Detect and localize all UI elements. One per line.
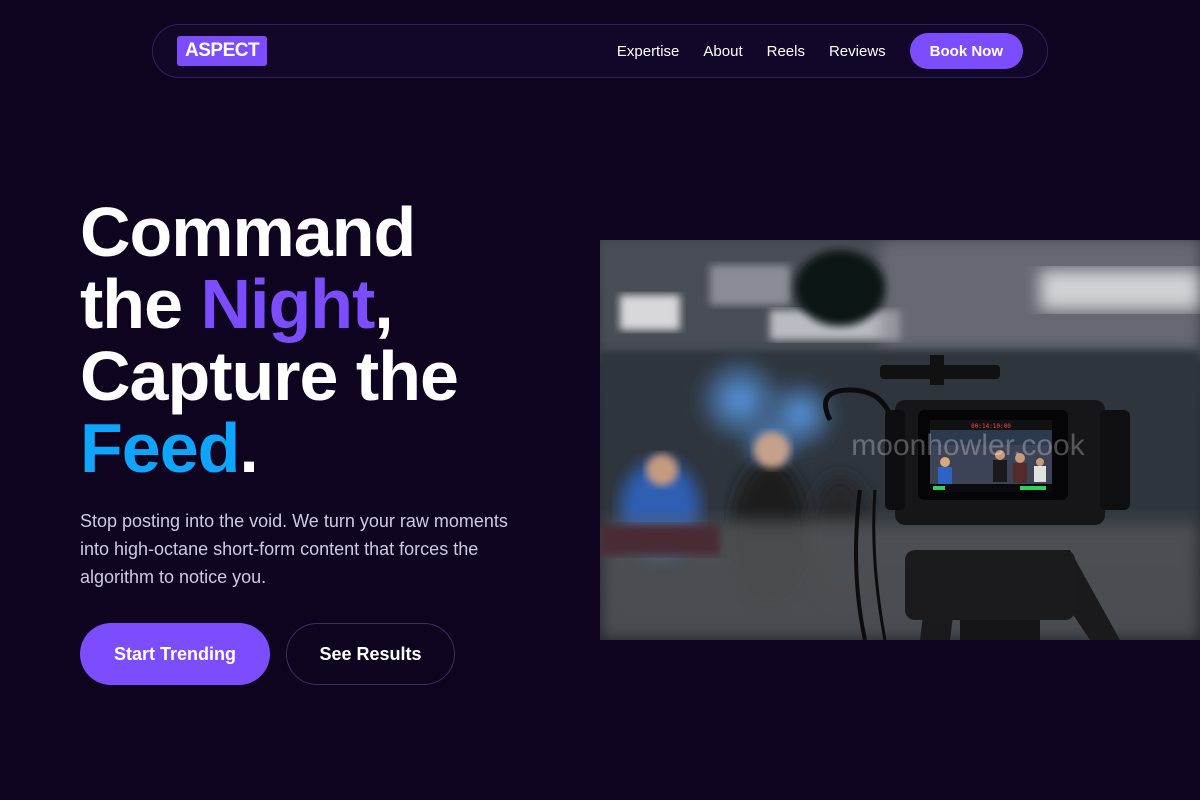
headline-line-4: Feed.: [80, 412, 458, 484]
nav-links: Expertise About Reels Reviews Book Now: [617, 33, 1023, 69]
camera-lens-side: [1100, 410, 1130, 510]
camera-handle-post: [930, 355, 944, 385]
monitor-person-body: [938, 467, 952, 485]
landing-page: ASPECT Expertise About Reels Reviews Boo…: [0, 0, 1200, 800]
ceiling-light: [620, 295, 680, 330]
monitor-person-body: [1034, 466, 1046, 482]
nav-link-expertise[interactable]: Expertise: [617, 43, 680, 60]
headline-line-2: the Night,: [80, 268, 458, 340]
hero-subcopy: Stop posting into the void. We turn your…: [80, 511, 508, 587]
headline-comma: ,: [374, 265, 393, 343]
headline-accent-feed: Feed: [80, 409, 240, 487]
monitor-indicator: [1020, 486, 1046, 490]
brand-logo[interactable]: ASPECT: [177, 35, 268, 67]
monitor-person-body: [993, 460, 1007, 482]
camera-mount: [905, 550, 1075, 620]
nav-link-reviews[interactable]: Reviews: [829, 43, 886, 60]
headline-word-command: Command: [80, 193, 416, 271]
headline-text-the: the: [80, 265, 201, 343]
see-results-button[interactable]: See Results: [286, 623, 455, 685]
headline-line-3: Capture the: [80, 337, 459, 415]
headline-line-1: Command: [80, 196, 458, 268]
photo-watermark: moonhowler.cook: [851, 429, 1085, 462]
book-now-button[interactable]: Book Now: [909, 33, 1023, 69]
hero-camera-photo: 00:14:10:00 moonhowler.cook: [600, 240, 1200, 640]
camera-photo-illustration: 00:14:10:00 moonhowler.cook: [600, 240, 1200, 640]
nav-link-reels[interactable]: Reels: [767, 43, 805, 60]
nav-link-about[interactable]: About: [703, 43, 742, 60]
hero-headline: Command the Night, Capture the Feed.: [80, 196, 459, 484]
monitor-indicator: [933, 486, 945, 490]
desk: [600, 525, 720, 555]
start-trending-button[interactable]: Start Trending: [80, 623, 270, 685]
headline-period: .: [239, 409, 258, 487]
blurred-person-head: [646, 454, 678, 486]
ceiling-light: [1040, 270, 1200, 310]
ceiling-panel: [710, 265, 790, 305]
headline-accent-night: Night: [200, 265, 375, 343]
headline-text-capture: Capture the: [80, 337, 459, 415]
blurred-person-head: [754, 432, 790, 468]
studio-spotlight: [795, 250, 885, 326]
monitor-person-body: [1013, 463, 1027, 483]
top-navigation: ASPECT Expertise About Reels Reviews Boo…: [152, 24, 1048, 78]
